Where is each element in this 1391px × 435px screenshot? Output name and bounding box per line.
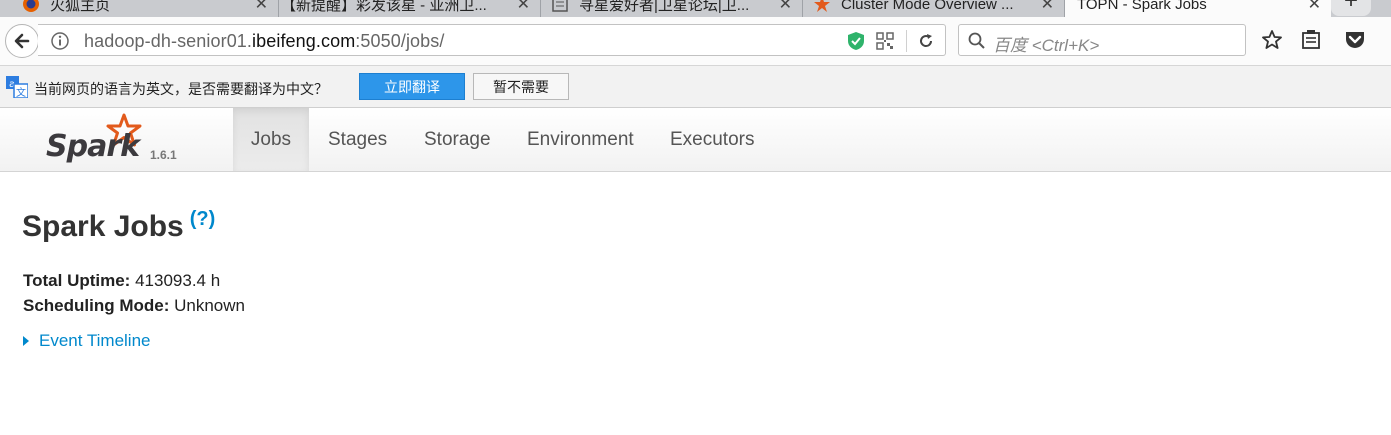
tab-storage[interactable]: Storage: [424, 108, 491, 171]
spark-logo: Spark: [46, 113, 143, 164]
tab-stages[interactable]: Stages: [328, 108, 387, 171]
browser-tab-active[interactable]: TOPN - Spark Jobs ✕: [1065, 0, 1331, 17]
url-text[interactable]: hadoop-dh-senior01.ibeifeng.com:5050/job…: [84, 31, 444, 52]
close-tab-icon[interactable]: ✕: [1308, 0, 1321, 14]
document-icon: [552, 0, 568, 12]
arrow-left-icon: [14, 33, 30, 49]
scheduling-label: Scheduling Mode:: [23, 296, 170, 315]
browser-nav-bar: hadoop-dh-senior01.ibeifeng.com:5050/job…: [0, 17, 1391, 66]
tab-title: 【新提醒】彩发该星 - 亚洲卫...: [281, 0, 487, 14]
bookmark-star-icon[interactable]: [1261, 29, 1283, 51]
close-tab-icon[interactable]: ✕: [517, 0, 530, 14]
browser-tab-cluster[interactable]: Cluster Mode Overview ... ✕: [803, 0, 1065, 17]
close-tab-icon[interactable]: ✕: [1041, 0, 1054, 14]
close-tab-icon[interactable]: ✕: [779, 0, 792, 14]
event-timeline-toggle[interactable]: Event Timeline: [23, 331, 151, 351]
spark-icon: [814, 0, 830, 12]
tab-title: 寻星爱好者|卫星论坛|卫...: [579, 0, 750, 14]
event-timeline-label: Event Timeline: [39, 331, 151, 350]
page-title: Spark Jobs (?): [22, 208, 215, 244]
search-bar[interactable]: 百度 <Ctrl+K>: [958, 24, 1246, 56]
pocket-icon[interactable]: [1343, 29, 1367, 51]
qr-code-icon[interactable]: [876, 32, 894, 50]
job-summary: Total Uptime: 413093.4 h Scheduling Mode…: [23, 268, 245, 318]
reading-list-icon[interactable]: [1301, 29, 1321, 51]
uptime-row: Total Uptime: 413093.4 h: [23, 268, 245, 293]
url-prefix: hadoop-dh-senior01.: [84, 31, 253, 51]
tab-title: Cluster Mode Overview ...: [841, 0, 1014, 13]
tab-environment[interactable]: Environment: [527, 108, 634, 171]
svg-text:文: 文: [16, 86, 26, 98]
reload-icon[interactable]: [916, 31, 936, 51]
translate-now-button[interactable]: 立即翻译: [359, 73, 465, 100]
search-placeholder: 百度 <Ctrl+K>: [993, 36, 1100, 55]
search-icon: [968, 32, 985, 49]
tab-jobs[interactable]: Jobs: [233, 108, 309, 171]
back-button[interactable]: [5, 24, 39, 58]
tab-executors[interactable]: Executors: [670, 108, 754, 171]
browser-tab-home[interactable]: 火狐主页 ✕: [0, 0, 279, 17]
page-title-text: Spark Jobs: [22, 210, 184, 243]
translate-icon: a 文: [6, 76, 28, 98]
browser-tab-strip: 火狐主页 ✕ 【新提醒】彩发该星 - 亚洲卫... ✕ 寻星爱好者|卫星论坛|卫…: [0, 0, 1391, 17]
not-now-button[interactable]: 暂不需要: [473, 73, 569, 100]
caret-right-icon: [23, 336, 29, 346]
divider: [906, 30, 907, 52]
info-icon[interactable]: [50, 31, 70, 51]
translate-bar: a 文 当前网页的语言为英文，是否需要翻译为中文？ 立即翻译 暂不需要: [0, 66, 1391, 108]
url-bar[interactable]: hadoop-dh-senior01.ibeifeng.com:5050/job…: [38, 24, 946, 56]
new-tab-button[interactable]: +: [1331, 0, 1371, 16]
scheduling-value: Unknown: [174, 296, 245, 315]
close-tab-icon[interactable]: ✕: [255, 0, 268, 14]
svg-text:Spark: Spark: [46, 129, 142, 164]
translate-message: 当前网页的语言为英文，是否需要翻译为中文？: [34, 81, 328, 97]
uptime-value: 413093.4 h: [135, 271, 221, 290]
shield-icon[interactable]: [847, 31, 865, 51]
browser-tab-satellite[interactable]: 寻星爱好者|卫星论坛|卫... ✕: [541, 0, 803, 17]
firefox-icon: [23, 0, 39, 12]
tab-title: 火狐主页: [50, 0, 111, 14]
url-suffix: :5050/jobs/: [355, 31, 445, 51]
uptime-label: Total Uptime:: [23, 271, 131, 290]
spark-navbar: Spark 1.6.1 Jobs Stages Storage Environm…: [0, 108, 1391, 172]
tab-title: TOPN - Spark Jobs: [1077, 0, 1207, 13]
scheduling-row: Scheduling Mode: Unknown: [23, 293, 245, 318]
help-link[interactable]: (?): [190, 208, 216, 230]
spark-logo-link[interactable]: Spark 1.6.1: [44, 111, 234, 169]
browser-tab-forum[interactable]: 【新提醒】彩发该星 - 亚洲卫... ✕: [279, 0, 541, 17]
url-domain: ibeifeng.com: [252, 31, 356, 51]
spark-version: 1.6.1: [150, 148, 177, 162]
